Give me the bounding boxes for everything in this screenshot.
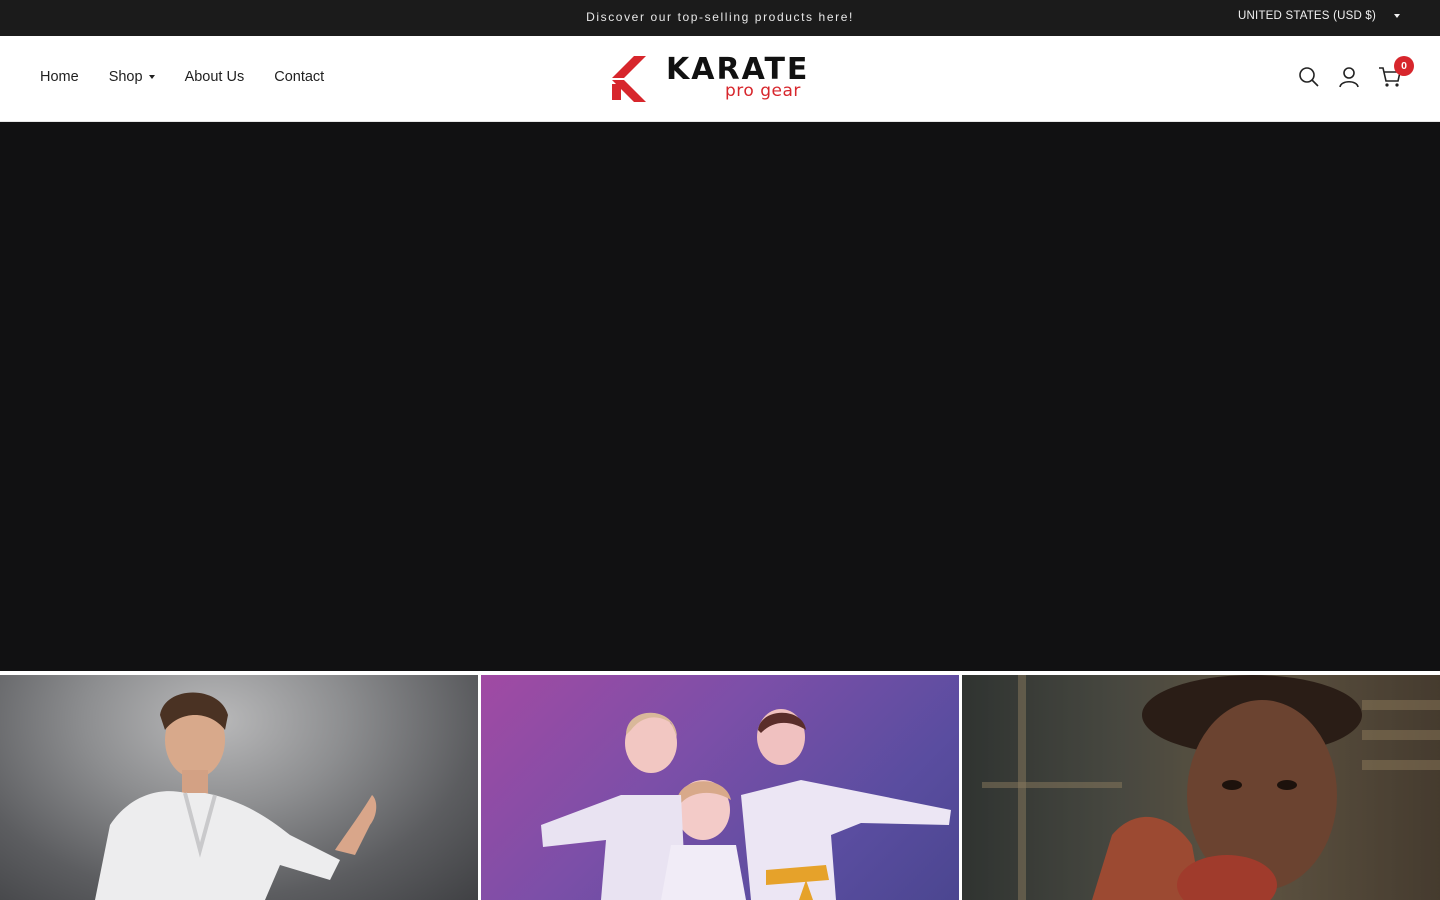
search-icon[interactable] [1298, 66, 1320, 88]
karate-boy-image [95, 692, 377, 900]
collection-grid [0, 675, 1440, 900]
site-logo[interactable]: KARATE pro gear [612, 52, 832, 104]
nav-item-contact[interactable]: Contact [274, 69, 324, 85]
main-nav: Home Shop About Us Contact [40, 69, 324, 85]
chevron-down-icon [148, 75, 155, 79]
cart-icon[interactable]: 0 [1378, 56, 1414, 88]
site-header: Home Shop About Us Contact KARATE pro ge… [0, 36, 1440, 122]
logo-mark-icon [612, 56, 646, 102]
announcement-message[interactable]: Discover our top-selling products here! [0, 10, 1440, 24]
hero-banner [0, 122, 1440, 671]
country-selector[interactable]: UNITED STATES (USD $) [1238, 10, 1400, 22]
nav-item-shop[interactable]: Shop [109, 69, 155, 85]
country-selector-label: UNITED STATES (USD $) [1238, 10, 1376, 22]
karate-kids-image [541, 709, 951, 900]
account-icon[interactable] [1338, 66, 1360, 88]
chevron-down-icon [1394, 14, 1400, 18]
logo-tagline: pro gear [725, 81, 801, 101]
announcement-bar: Discover our top-selling products here! … [0, 0, 1440, 36]
collection-tile[interactable] [962, 675, 1440, 900]
nav-item-label: Shop [108, 69, 143, 85]
header-actions: 0 [1298, 56, 1414, 88]
nav-item-label: Home [40, 69, 79, 85]
nav-item-label: Contact [274, 69, 325, 85]
collection-tile[interactable] [481, 675, 959, 900]
nav-item-home[interactable]: Home [40, 69, 79, 85]
boxing-girl-image [962, 675, 1440, 900]
collection-tile[interactable] [0, 675, 478, 900]
cart-count-badge: 0 [1394, 56, 1414, 76]
nav-item-about[interactable]: About Us [185, 69, 245, 85]
nav-item-label: About Us [184, 69, 245, 85]
